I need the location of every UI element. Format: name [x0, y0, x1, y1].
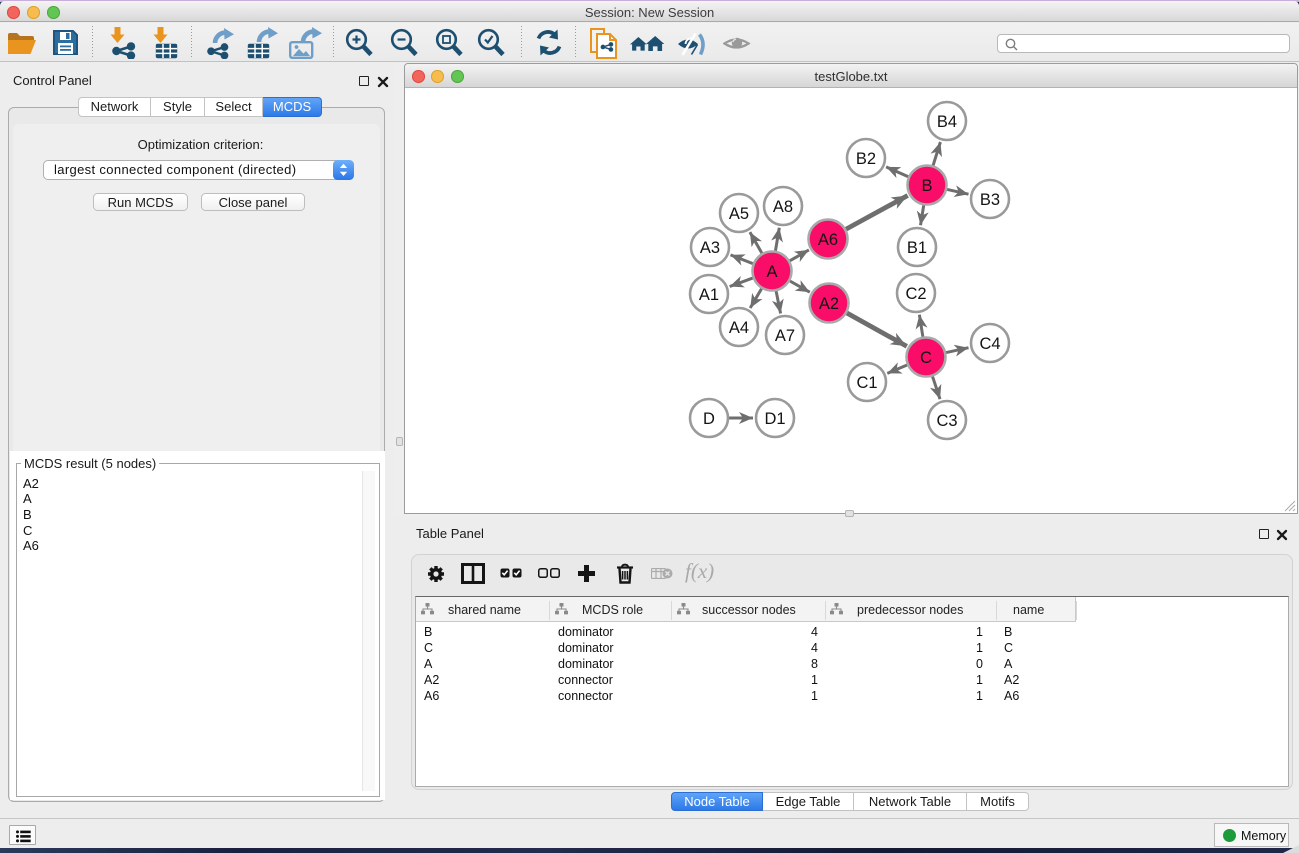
svg-text:A5: A5 [729, 205, 749, 223]
svg-text:C1: C1 [856, 374, 877, 392]
svg-text:A6: A6 [818, 231, 838, 249]
svg-text:A: A [766, 263, 777, 281]
svg-text:C: C [920, 349, 932, 367]
svg-text:A4: A4 [729, 319, 749, 337]
svg-text:A3: A3 [700, 239, 720, 257]
svg-text:D1: D1 [764, 410, 785, 428]
svg-text:A8: A8 [773, 198, 793, 216]
svg-text:B: B [921, 177, 932, 195]
svg-text:C4: C4 [979, 335, 1000, 353]
svg-text:B2: B2 [856, 150, 876, 168]
svg-text:D: D [703, 410, 715, 428]
svg-text:B4: B4 [937, 113, 957, 131]
svg-text:A1: A1 [699, 286, 719, 304]
svg-text:C3: C3 [936, 412, 957, 430]
svg-text:B3: B3 [980, 191, 1000, 209]
svg-text:C2: C2 [905, 285, 926, 303]
svg-text:B1: B1 [907, 239, 927, 257]
svg-text:A7: A7 [775, 327, 795, 345]
svg-text:A2: A2 [819, 295, 839, 313]
